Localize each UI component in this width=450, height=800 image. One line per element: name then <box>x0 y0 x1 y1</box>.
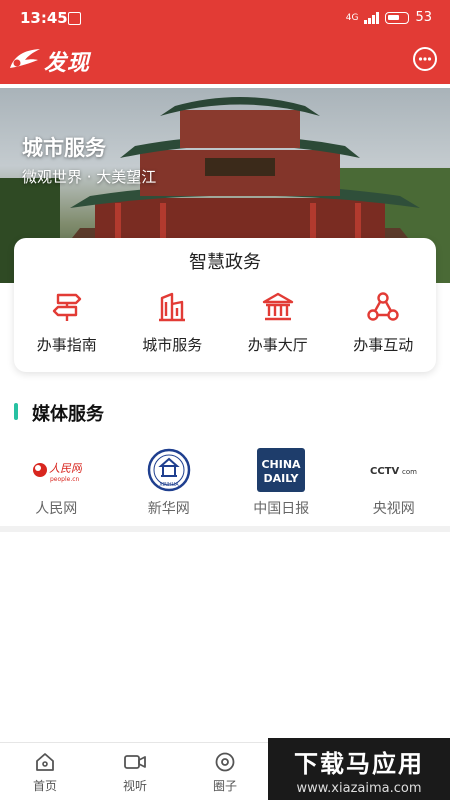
section-divider <box>0 526 450 532</box>
tab-label: 视听 <box>122 779 147 793</box>
watermark-main: 下载马应用 <box>294 750 424 778</box>
gov-services-title: 智慧政务 <box>189 252 261 273</box>
gov-item-interaction[interactable]: 办事互动 <box>331 290 437 355</box>
svg-text:people.cn: people.cn <box>50 476 80 483</box>
network-type: 4G <box>345 12 359 23</box>
notification-icon <box>68 12 81 25</box>
message-icon[interactable] <box>412 46 438 72</box>
people-daily-logo: 人民网 people.cn <box>30 450 82 490</box>
media-item-people[interactable]: 人民网 people.cn 人民网 <box>0 450 113 518</box>
svg-text:com: com <box>402 468 417 476</box>
media-item-label: 中国日报 <box>253 501 310 517</box>
tab-video[interactable]: 视听 <box>90 743 180 800</box>
tab-label: 首页 <box>32 779 57 793</box>
app-logo-icon <box>10 49 40 68</box>
battery-level: 53 <box>415 10 432 25</box>
gov-item-hall[interactable]: 办事大厅 <box>225 290 331 355</box>
media-item-chinadaily[interactable]: CHINA DAILY 中国日报 <box>225 448 338 518</box>
page-title: 发现 <box>44 51 91 76</box>
status-bar: 13:45 4G 53 <box>0 0 450 36</box>
svg-text:DAILY: DAILY <box>264 472 300 485</box>
site-watermark: 下载马应用 www.xiazaima.com <box>268 738 450 800</box>
svg-text:XINHUA: XINHUA <box>159 482 179 488</box>
tab-home[interactable]: 首页 <box>0 743 90 800</box>
media-item-cctv[interactable]: CCTV com 央视网 <box>338 450 450 518</box>
media-item-label: 央视网 <box>372 501 415 517</box>
svg-text:CCTV: CCTV <box>370 466 399 477</box>
cctv-logo: CCTV com <box>368 450 420 490</box>
media-item-xinhua[interactable]: XINHUA 新华网 <box>113 448 226 518</box>
media-item-label: 人民网 <box>35 501 78 517</box>
gov-item-label: 办事大厅 <box>247 336 308 354</box>
status-indicators: 4G 53 <box>346 10 432 25</box>
banner-subtitle: 微观世界 · 大美望江 <box>22 168 157 186</box>
gov-item-label: 办事指南 <box>36 336 97 354</box>
section-accent-bar <box>14 403 18 420</box>
xinhua-logo: XINHUA <box>143 448 195 492</box>
app-header: 发现 <box>0 36 450 84</box>
banner-title: 城市服务 <box>22 136 106 160</box>
gov-services-grid: 办事指南 城市服务 办事大厅 办事互动 <box>14 290 436 355</box>
battery-icon <box>385 11 410 24</box>
gov-item-guide[interactable]: 办事指南 <box>14 290 120 355</box>
svg-text:CHINA: CHINA <box>262 458 302 471</box>
buildings-icon <box>159 292 186 322</box>
media-list: 人民网 people.cn 人民网 XINHUA 新华网 CHINA DAILY… <box>0 448 450 518</box>
signal-icon <box>364 11 380 24</box>
tab-circle[interactable]: 圈子 <box>180 743 270 800</box>
svg-text:人民网: 人民网 <box>49 462 82 475</box>
status-time: 13:45 <box>20 9 68 27</box>
circle-icon <box>215 752 235 772</box>
gov-item-city[interactable]: 城市服务 <box>120 290 226 355</box>
video-icon <box>124 755 146 769</box>
china-daily-logo: CHINA DAILY <box>255 448 307 492</box>
media-section-title: 媒体服务 <box>32 404 104 425</box>
media-item-label: 新华网 <box>147 501 190 517</box>
gov-item-label: 办事互动 <box>353 336 414 354</box>
gov-item-label: 城市服务 <box>142 336 203 354</box>
tab-label: 圈子 <box>212 779 237 793</box>
interaction-icon <box>367 292 399 321</box>
hall-icon <box>262 292 293 321</box>
home-icon <box>36 753 54 771</box>
gov-services-card: 智慧政务 办事指南 城市服务 办事大厅 办事互动 <box>14 238 436 372</box>
watermark-sub: www.xiazaima.com <box>296 781 422 796</box>
signpost-icon <box>52 293 81 321</box>
